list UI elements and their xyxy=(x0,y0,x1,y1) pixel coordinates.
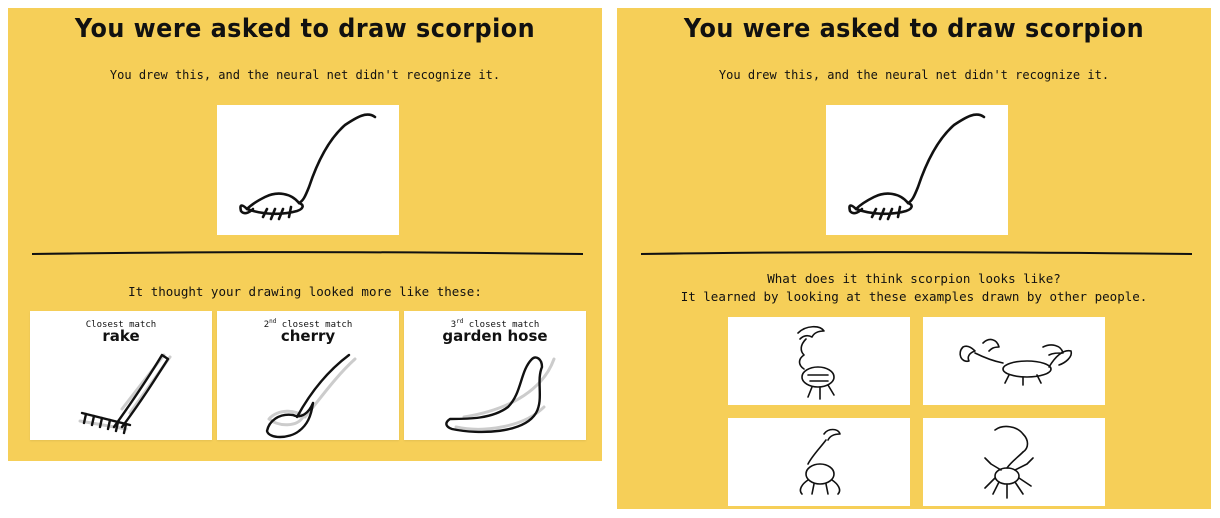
result-panel-examples: You were asked to draw scorpion You drew… xyxy=(617,8,1211,509)
example-drawing-card[interactable] xyxy=(728,418,910,506)
subtitle: You drew this, and the neural net didn't… xyxy=(718,68,1110,82)
match-name: cherry xyxy=(280,327,336,345)
cherry-drawing xyxy=(265,353,357,439)
matches-prompt: It thought your drawing looked more like… xyxy=(128,284,482,299)
subtitle: You drew this, and the neural net didn't… xyxy=(109,68,501,82)
example-drawing-card[interactable] xyxy=(728,317,910,405)
rake-drawing xyxy=(78,353,172,435)
match-name: garden hose xyxy=(442,327,548,345)
user-drawing xyxy=(239,113,377,221)
garden-hose-drawing xyxy=(445,356,556,434)
scorpion-example-drawing xyxy=(959,338,1073,386)
match-card-cherry[interactable]: 2nd closest match cherry xyxy=(217,311,399,440)
user-drawing-card xyxy=(217,105,399,235)
examples-prompt-line2: It learned by looking at these examples … xyxy=(680,289,1148,304)
user-drawing-card xyxy=(826,105,1008,235)
page-title: You were asked to draw scorpion xyxy=(683,14,1145,44)
examples-prompt-line1: What does it think scorpion looks like? xyxy=(767,271,1061,286)
scorpion-example-drawing xyxy=(797,325,835,400)
scorpion-example-drawing xyxy=(984,425,1034,499)
match-card-garden-hose[interactable]: 3rd closest match garden hose xyxy=(404,311,586,440)
match-card-rake[interactable]: Closest match rake xyxy=(30,311,212,440)
example-drawing-card[interactable] xyxy=(923,418,1105,506)
example-drawing-card[interactable] xyxy=(923,317,1105,405)
result-panel-closest-matches: You were asked to draw scorpion You drew… xyxy=(8,8,602,461)
scorpion-example-drawing xyxy=(799,428,841,495)
section-divider xyxy=(30,248,585,258)
user-drawing xyxy=(848,113,986,221)
section-divider xyxy=(639,248,1194,258)
match-name: rake xyxy=(102,327,140,345)
page-title: You were asked to draw scorpion xyxy=(74,14,536,44)
examples-prompt: What does it think scorpion looks like? … xyxy=(617,270,1211,306)
